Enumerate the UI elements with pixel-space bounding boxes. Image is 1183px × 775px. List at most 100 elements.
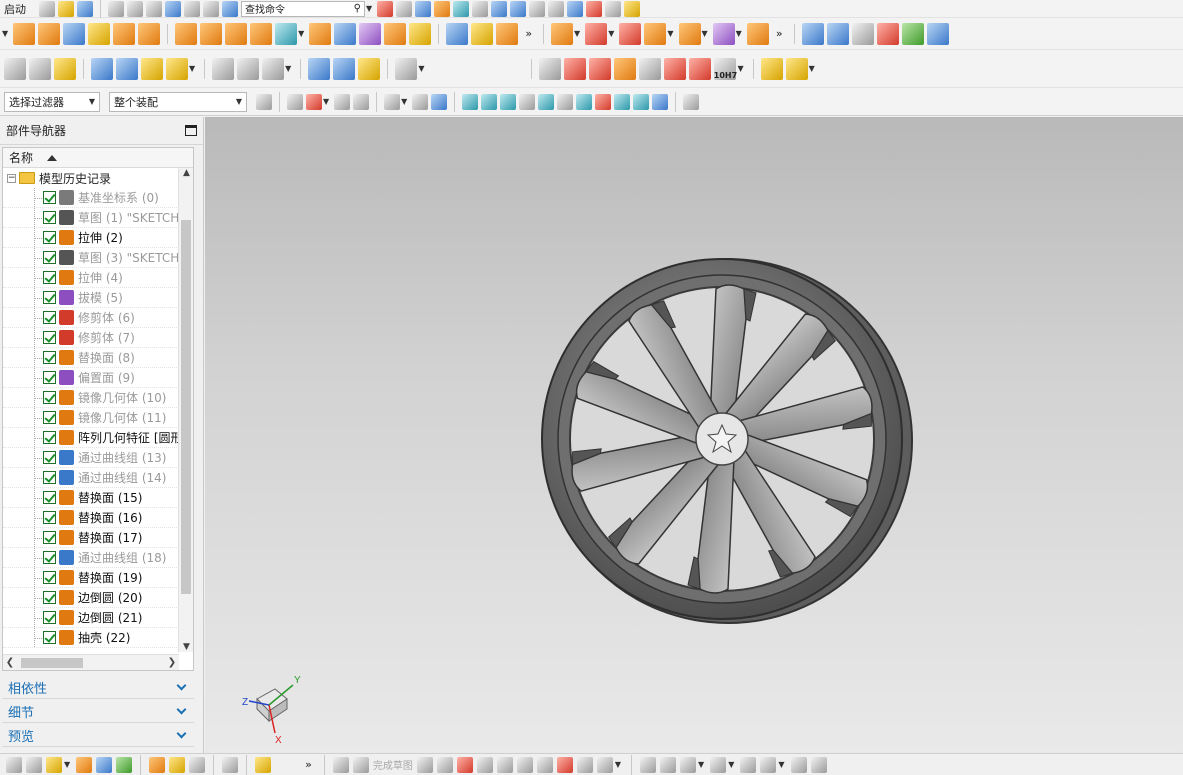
rapid-dimension-icon[interactable] (740, 756, 757, 773)
draft-tool-icon[interactable] (334, 22, 357, 45)
assembly-component-icon[interactable] (760, 57, 783, 80)
layer-icon[interactable] (6, 756, 22, 773)
copy-icon[interactable] (127, 0, 143, 17)
geometric-constraint-icon[interactable] (710, 756, 727, 773)
select-feature-icon[interactable] (353, 93, 370, 110)
circle-icon[interactable] (476, 756, 493, 773)
gear-tool-icon[interactable] (395, 57, 418, 80)
auto-constrain-icon[interactable] (760, 756, 777, 773)
linear-dimension-icon[interactable] (746, 22, 769, 45)
tree-horizontal-scrollbar[interactable]: ❮ ❯ (3, 654, 179, 670)
dropdown-icon[interactable]: ▼ (298, 29, 304, 38)
tools-icon[interactable] (605, 0, 622, 17)
quick-extend-icon[interactable] (660, 756, 677, 773)
column-header-name[interactable]: 名称 (3, 148, 193, 168)
replace-face-tool-icon[interactable] (644, 22, 667, 45)
orient-to-sketch-icon[interactable] (810, 756, 827, 773)
snap-tangent-icon[interactable] (633, 93, 650, 110)
scroll-left-icon[interactable]: ❮ (3, 655, 17, 670)
dropdown-icon[interactable]: ▼ (608, 29, 614, 38)
chamfer-icon[interactable] (516, 756, 533, 773)
snap-view-icon[interactable] (491, 0, 508, 17)
datum-point-icon[interactable] (275, 22, 298, 45)
tree-feature-row[interactable]: 拉伸 (4) (3, 268, 179, 288)
tree-feature-row[interactable]: 通过曲线组 (14) (3, 468, 179, 488)
feature-visibility-checkbox[interactable] (43, 351, 56, 364)
touch-mode-icon[interactable] (222, 0, 238, 17)
arc-icon[interactable] (456, 756, 473, 773)
triangle-icon[interactable] (539, 57, 562, 80)
undo-icon[interactable] (165, 0, 181, 17)
pen-icon[interactable] (664, 57, 687, 80)
overflow-menu-icon[interactable]: » (525, 27, 532, 40)
new-file-icon[interactable] (39, 0, 55, 17)
dropdown-icon[interactable]: ▼ (809, 64, 815, 73)
dropdown-icon[interactable]: ▼ (737, 64, 743, 73)
dropdown-icon[interactable]: ▼ (615, 760, 621, 769)
scroll-up-icon[interactable]: ▲ (179, 168, 193, 178)
tree-feature-row[interactable]: 拉伸 (2) (3, 228, 179, 248)
dropdown-icon[interactable]: ▼ (574, 29, 580, 38)
boss-tool-icon[interactable] (88, 22, 111, 45)
snap-face-icon[interactable] (652, 93, 669, 110)
tree-feature-row[interactable]: 通过曲线组 (18) (3, 548, 179, 568)
section-view-icon[interactable] (453, 0, 470, 17)
tree-root-model-history[interactable]: − 模型历史记录 (3, 168, 179, 188)
tree-feature-row[interactable]: 阵列几何特征 [圆形 (3, 428, 179, 448)
save-icon[interactable] (77, 0, 93, 17)
feature-visibility-checkbox[interactable] (43, 571, 56, 584)
scrollbar-thumb[interactable] (181, 220, 191, 594)
mirror-tool-icon[interactable] (250, 22, 273, 45)
feature-visibility-checkbox[interactable] (43, 231, 56, 244)
tree-feature-row[interactable]: 草图 (3) "SKETCH_ (3, 248, 179, 268)
surface-icon[interactable] (801, 22, 824, 45)
feature-visibility-checkbox[interactable] (43, 511, 56, 524)
overflow-menu-icon[interactable]: » (305, 758, 312, 771)
sketch-icon[interactable] (332, 756, 349, 773)
tree-vertical-scrollbar[interactable]: ▲ ▼ (178, 168, 193, 652)
expression-icon[interactable] (166, 57, 188, 80)
feature-visibility-checkbox[interactable] (43, 431, 56, 444)
ruler-icon[interactable] (624, 0, 641, 17)
feature-visibility-checkbox[interactable] (43, 191, 56, 204)
tree-feature-row[interactable]: 替换面 (8) (3, 348, 179, 368)
filter-options-icon[interactable] (256, 93, 272, 110)
offset-curve-icon[interactable] (596, 756, 613, 773)
feature-visibility-checkbox[interactable] (43, 411, 56, 424)
dropdown-icon[interactable]: ▼ (401, 97, 407, 106)
n-sided-surface-icon[interactable] (901, 22, 924, 45)
grid-icon[interactable] (683, 93, 700, 110)
tools-hammer-icon[interactable] (116, 57, 138, 80)
swept-icon[interactable] (851, 22, 874, 45)
feature-visibility-checkbox[interactable] (43, 491, 56, 504)
dropdown-icon[interactable]: ▼ (702, 29, 708, 38)
fit-view-icon[interactable] (510, 0, 527, 17)
dropdown-icon[interactable]: ▼ (778, 760, 784, 769)
family-table-icon[interactable] (614, 57, 637, 80)
snap-intersection-icon[interactable] (557, 93, 574, 110)
feature-visibility-checkbox[interactable] (43, 451, 56, 464)
move-object-icon[interactable] (91, 57, 113, 80)
add-component-icon[interactable] (785, 57, 808, 80)
open-file-icon[interactable] (58, 0, 74, 17)
repeat-command-icon[interactable] (203, 0, 219, 17)
dropdown-icon[interactable]: ▼ (2, 29, 8, 38)
feature-visibility-checkbox[interactable] (43, 371, 56, 384)
graphics-window[interactable]: Y X Z (205, 117, 1183, 753)
check-icon[interactable] (586, 0, 603, 17)
line-icon[interactable] (436, 756, 453, 773)
rectangle-icon[interactable] (536, 756, 553, 773)
feature-visibility-checkbox[interactable] (43, 271, 56, 284)
dimension-icon[interactable] (689, 57, 712, 80)
maximize-icon[interactable] (185, 125, 197, 136)
tree-feature-row[interactable]: 基准坐标系 (0) (3, 188, 179, 208)
tolerance-icon[interactable]: 10H7 (714, 57, 737, 80)
finish-sketch-label[interactable]: 完成草图 (373, 757, 413, 772)
resize-blend-icon[interactable] (678, 22, 701, 45)
scroll-down-icon[interactable]: ▼ (179, 642, 193, 652)
scrollbar-thumb[interactable] (21, 658, 83, 668)
assembly-icon[interactable] (149, 756, 166, 773)
move-icon[interactable] (76, 756, 93, 773)
view-icon[interactable] (26, 756, 42, 773)
tree-feature-row[interactable]: 草图 (1) "SKETCH_ (3, 208, 179, 228)
